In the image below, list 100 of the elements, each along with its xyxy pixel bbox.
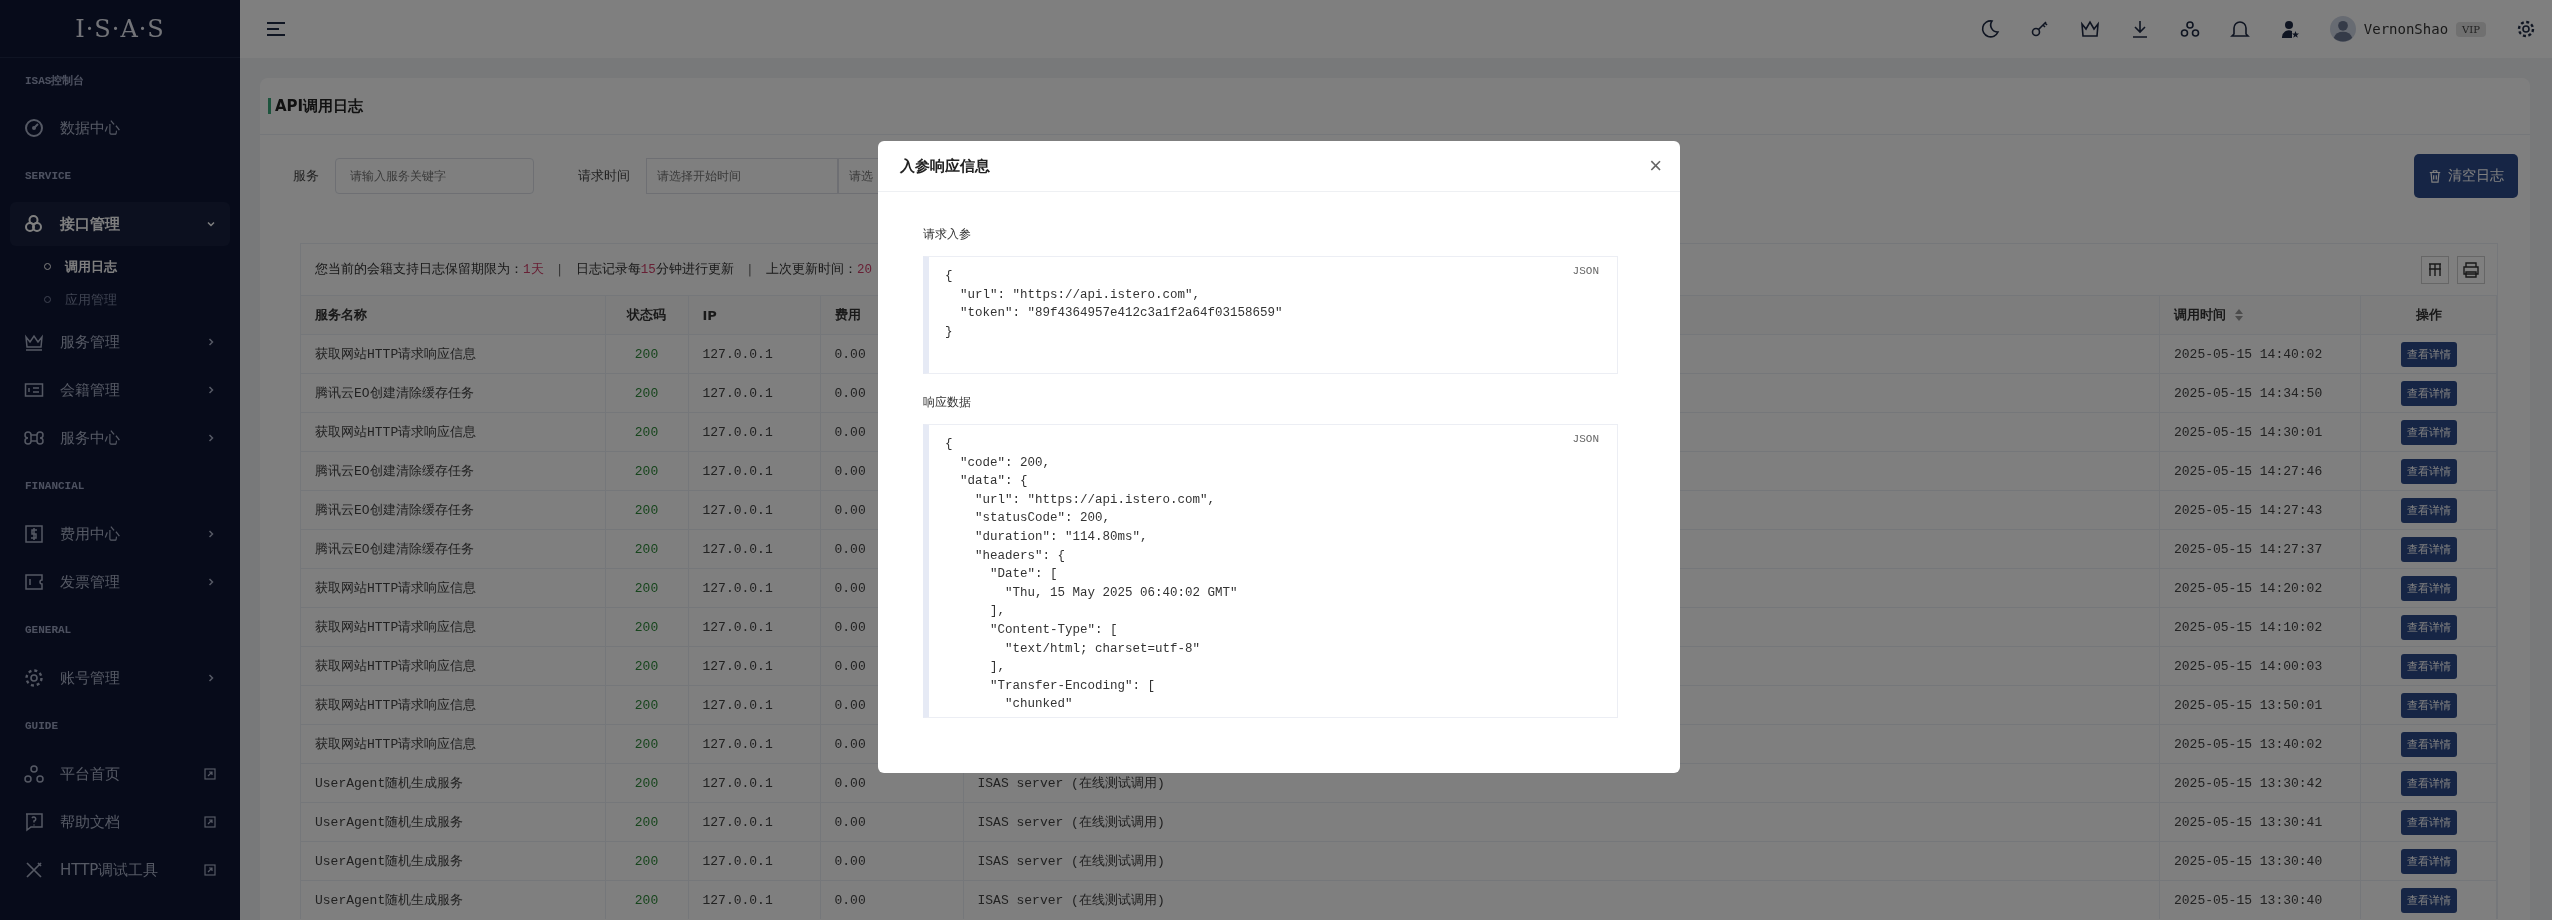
moon-icon[interactable] [1979, 19, 2000, 39]
view-details-button[interactable]: 查看详情 [2400, 848, 2457, 874]
view-details-button[interactable]: 查看详情 [2400, 458, 2457, 484]
table-cell: 腾讯云EO创建清除缓存任务 [301, 451, 605, 491]
chevron-icon [206, 529, 216, 539]
language-label: JSON [1572, 433, 1599, 445]
view-details-button[interactable]: 查看详情 [2400, 887, 2457, 913]
table-cell: 2025-05-15 14:27:46 [2159, 451, 2361, 491]
key-icon[interactable] [2029, 19, 2050, 39]
sidebar-item[interactable]: 平台首页 [10, 752, 230, 796]
table-cell: 获取网站HTTP请求响应信息 [301, 646, 605, 686]
chevron-icon [206, 673, 216, 683]
sidebar-item[interactable]: 服务中心 [10, 416, 230, 460]
webhook-icon [24, 764, 44, 784]
filter-label: 请求时间 [578, 167, 630, 185]
table-cell: UserAgent随机生成服务 [301, 802, 605, 842]
sidebar-item[interactable]: 接口管理 [10, 202, 230, 246]
webhook-icon[interactable] [2179, 19, 2200, 39]
table-cell: 200 [605, 568, 688, 608]
table-cell: ISAS server (在线测试调用) [963, 880, 2160, 919]
table-cell: 0.00 [820, 841, 963, 881]
table-cell: 2025-05-15 14:30:01 [2159, 412, 2361, 452]
view-details-button[interactable]: 查看详情 [2400, 614, 2457, 640]
cluster-icon [24, 214, 44, 234]
info-text: 日志记录每15分钟进行更新 [575, 261, 734, 278]
filter-input[interactable]: 请输入服务关键字 [335, 158, 534, 194]
table-cell: 200 [605, 607, 688, 647]
view-details-button[interactable]: 查看详情 [2400, 497, 2457, 523]
table-cell: 获取网站HTTP请求响应信息 [301, 724, 605, 764]
table-cell: 2025-05-15 14:00:03 [2159, 646, 2361, 686]
view-details-button[interactable]: 查看详情 [2400, 536, 2457, 562]
menu-icon[interactable] [266, 21, 286, 37]
table-cell: 200 [605, 334, 688, 374]
dollar-icon [24, 524, 44, 544]
column-header[interactable]: 调用时间 [2174, 306, 2226, 324]
view-details-button[interactable]: 查看详情 [2400, 380, 2457, 406]
close-button[interactable]: × [1645, 155, 1666, 177]
table-cell: 获取网站HTTP请求响应信息 [301, 568, 605, 608]
chevron-icon [206, 219, 216, 229]
table-cell: 2025-05-15 14:40:02 [2159, 334, 2361, 374]
view-details-button[interactable]: 查看详情 [2400, 341, 2457, 367]
chevron-icon [206, 433, 216, 443]
gauge-icon [24, 118, 44, 138]
sidebar-item[interactable]: 服务管理 [10, 320, 230, 364]
sidebar-item[interactable]: 发票管理 [10, 560, 230, 604]
table-cell: 127.0.0.1 [688, 373, 820, 413]
sidebar-item[interactable]: 账号管理 [10, 656, 230, 700]
table-cell: 200 [605, 529, 688, 569]
table-cell: 127.0.0.1 [688, 646, 820, 686]
section-heading: ISAS控制台 [24, 73, 86, 89]
table-cell: 200 [605, 724, 688, 764]
table-cell: 127.0.0.1 [688, 880, 820, 919]
view-details-button[interactable]: 查看详情 [2400, 419, 2457, 445]
page-title: API调用日志 [275, 96, 364, 116]
filter-input[interactable]: 请选择开始时间 [646, 158, 838, 194]
bell-icon[interactable] [2229, 19, 2250, 39]
table-cell: 腾讯云EO创建清除缓存任务 [301, 373, 605, 413]
section-label: 请求入参 [923, 225, 972, 243]
sidebar-item[interactable]: HTTP调试工具 [10, 848, 230, 892]
ticket-icon [24, 572, 44, 592]
table-cell: 0.00 [820, 880, 963, 919]
column-header: IP [688, 296, 820, 335]
table-cell: 127.0.0.1 [688, 529, 820, 569]
table-cell: 2025-05-15 13:40:02 [2159, 724, 2361, 764]
table-cell: 127.0.0.1 [688, 334, 820, 374]
sidebar-item[interactable]: 数据中心 [10, 106, 230, 150]
table-cell: 2025-05-15 13:30:40 [2159, 841, 2361, 881]
filter-label: 服务 [293, 167, 319, 185]
table-cell: 200 [605, 880, 688, 919]
view-details-button[interactable]: 查看详情 [2400, 692, 2457, 718]
table-cell: 200 [605, 373, 688, 413]
view-details-button[interactable]: 查看详情 [2400, 809, 2457, 835]
view-details-button[interactable]: 查看详情 [2400, 653, 2457, 679]
table-cell: 200 [605, 490, 688, 530]
chevron-icon [206, 385, 216, 395]
sidebar-item[interactable]: 会籍管理 [10, 368, 230, 412]
sidebar-item[interactable]: 费用中心 [10, 512, 230, 556]
table-cell: 127.0.0.1 [688, 802, 820, 842]
settings-icon[interactable] [2516, 19, 2536, 39]
user-star-icon[interactable] [2279, 19, 2300, 39]
crown-icon[interactable] [2079, 19, 2100, 39]
view-details-button[interactable]: 查看详情 [2400, 575, 2457, 601]
column-header: 操作 [2360, 296, 2497, 335]
avatar-icon[interactable] [2329, 16, 2356, 42]
print-icon[interactable] [2457, 255, 2485, 284]
chevron-icon [206, 337, 216, 347]
view-details-button[interactable]: 查看详情 [2400, 731, 2457, 757]
table-cell: 200 [605, 763, 688, 803]
view-details-button[interactable]: 查看详情 [2400, 770, 2457, 796]
table-cell: ISAS server (在线测试调用) [963, 841, 2160, 881]
sidebar-item[interactable]: 帮助文档 [10, 800, 230, 844]
table-cell: 127.0.0.1 [688, 763, 820, 803]
submenu-item[interactable]: 调用日志 [0, 250, 240, 283]
columns-icon[interactable] [2421, 255, 2449, 284]
user-name[interactable]: VernonShao [2363, 21, 2449, 37]
gear-icon [24, 668, 44, 688]
table-cell: 127.0.0.1 [688, 451, 820, 491]
tools-icon [24, 860, 44, 880]
clear-log-button[interactable]: 清空日志 [2414, 154, 2518, 198]
chevron-icon [206, 577, 216, 587]
